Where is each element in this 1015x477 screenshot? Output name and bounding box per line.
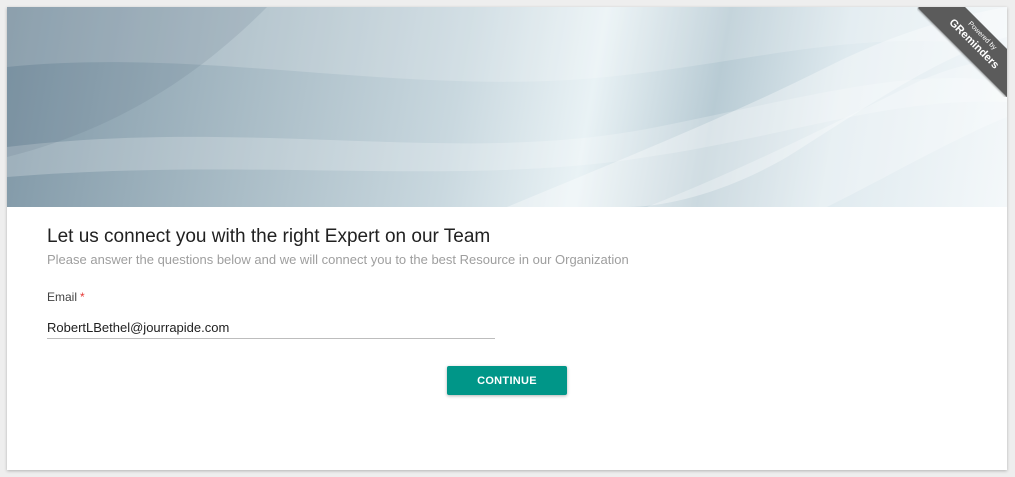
powered-by-ribbon[interactable]: Powered by GReminders — [917, 7, 1007, 97]
email-field[interactable] — [47, 316, 495, 339]
email-label-text: Email — [47, 290, 78, 304]
form-content: Let us connect you with the right Expert… — [47, 225, 967, 339]
form-title: Let us connect you with the right Expert… — [47, 226, 491, 247]
header-banner-image: Powered by GReminders — [7, 7, 1007, 207]
email-label: Email * — [47, 290, 967, 304]
continue-button[interactable]: CONTINUE — [447, 366, 567, 395]
fabric-waves — [7, 7, 1007, 207]
form-subtitle: Please answer the questions below and we… — [47, 252, 629, 267]
booking-card: Powered by GReminders Let us connect you… — [7, 7, 1007, 470]
required-marker: * — [80, 290, 85, 304]
